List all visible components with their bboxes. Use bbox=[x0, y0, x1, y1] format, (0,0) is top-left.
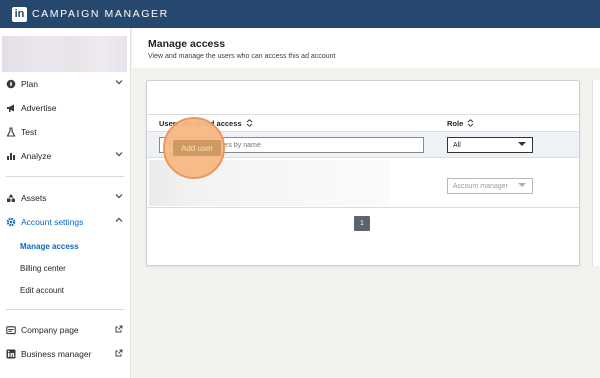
sort-icon bbox=[246, 119, 252, 127]
page-header: Manage access View and manage the users … bbox=[132, 28, 600, 68]
linkedin-icon bbox=[6, 349, 16, 359]
sidebar-item-analyze[interactable]: Analyze bbox=[0, 145, 131, 167]
app-title: CAMPAIGN MANAGER bbox=[32, 8, 169, 20]
sidebar: Plan Advertise Test Analyze Assets Accou… bbox=[0, 28, 131, 378]
sidebar-subitem-billing-center[interactable]: Billing center bbox=[20, 261, 66, 275]
add-user-button[interactable]: Add user bbox=[173, 140, 221, 156]
divider bbox=[6, 176, 124, 177]
caret-down-icon bbox=[518, 142, 526, 146]
chevron-down-icon bbox=[115, 78, 123, 88]
sidebar-item-label: Assets bbox=[21, 193, 47, 203]
user-role-select[interactable]: Account manager bbox=[447, 178, 533, 194]
chevron-down-icon bbox=[115, 150, 123, 160]
sidebar-item-label: Analyze bbox=[21, 151, 52, 161]
shapes-icon bbox=[6, 193, 16, 203]
sidebar-item-account-settings[interactable]: Account settings bbox=[0, 211, 131, 233]
column-header-role[interactable]: Role bbox=[447, 119, 474, 128]
sidebar-item-label: Account settings bbox=[21, 217, 84, 227]
megaphone-icon bbox=[6, 103, 16, 113]
side-panel-edge bbox=[592, 80, 600, 266]
external-link-icon bbox=[115, 325, 123, 335]
manage-access-card: Users assigned access Role All Account m… bbox=[146, 80, 580, 266]
sidebar-item-plan[interactable]: Plan bbox=[0, 73, 131, 95]
sidebar-item-company-page[interactable]: Company page bbox=[0, 319, 131, 341]
pagination-page-button[interactable]: 1 bbox=[354, 216, 370, 231]
account-selector[interactable] bbox=[2, 36, 127, 72]
chevron-down-icon bbox=[115, 192, 123, 202]
external-link-icon bbox=[115, 349, 123, 359]
sidebar-item-business-manager[interactable]: Business manager bbox=[0, 343, 131, 365]
page-subtitle: View and manage the users who can access… bbox=[148, 53, 336, 60]
chevron-up-icon bbox=[115, 216, 123, 226]
sidebar-item-label: Business manager bbox=[21, 349, 92, 359]
sidebar-subitem-manage-access[interactable]: Manage access bbox=[20, 239, 79, 253]
main-content: Manage access View and manage the users … bbox=[132, 28, 600, 378]
company-page-icon bbox=[6, 325, 16, 335]
sidebar-item-advertise[interactable]: Advertise bbox=[0, 97, 131, 119]
top-bar: in CAMPAIGN MANAGER bbox=[0, 0, 600, 28]
divider bbox=[6, 309, 124, 310]
sort-icon bbox=[468, 119, 474, 127]
sidebar-item-label: Company page bbox=[21, 325, 79, 335]
sidebar-item-test[interactable]: Test bbox=[0, 121, 131, 143]
sidebar-item-label: Test bbox=[21, 127, 37, 137]
linkedin-logo-icon[interactable]: in bbox=[12, 6, 27, 22]
sidebar-item-label: Plan bbox=[21, 79, 39, 89]
sidebar-subitem-edit-account[interactable]: Edit account bbox=[20, 283, 64, 297]
bar-chart-icon bbox=[6, 151, 16, 161]
caret-down-icon bbox=[518, 183, 526, 187]
sidebar-item-assets[interactable]: Assets bbox=[0, 187, 131, 209]
page-title: Manage access bbox=[148, 38, 226, 50]
gear-icon bbox=[6, 217, 16, 227]
flask-icon bbox=[6, 127, 16, 137]
compass-icon bbox=[6, 79, 16, 89]
sidebar-item-label: Advertise bbox=[21, 103, 57, 113]
role-filter-select[interactable]: All bbox=[447, 137, 533, 153]
